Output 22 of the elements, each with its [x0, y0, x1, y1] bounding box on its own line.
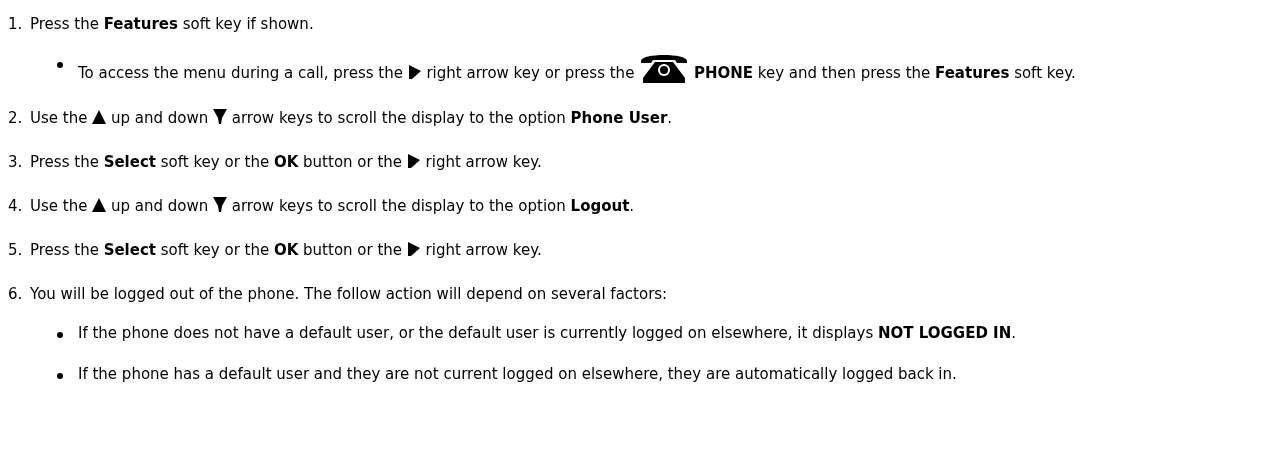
step-number: 4.	[8, 196, 24, 217]
right-arrow-icon	[407, 242, 420, 256]
step-number: 1.	[8, 14, 24, 35]
right-arrow-icon	[407, 154, 420, 168]
instruction-text: If the phone does not have a default user, or the default user is currently logged on elsewhere, it displays NOT LOGGED IN.	[78, 323, 1017, 344]
instruction-text: Press the Select soft key or the OK button or the right arrow key.	[30, 152, 543, 173]
down-arrow-icon	[213, 109, 227, 124]
up-arrow-icon	[92, 198, 107, 212]
instruction-text: Use the up and down arrow keys to scroll the display to the option Logout.	[30, 196, 636, 217]
instruction-text: You will be logged out of the phone. The follow action will depend on several factors:	[30, 284, 669, 305]
instruction-text: To access the menu during a call, press the right arrow key or press the PHONE key and then press the Features soft key.	[78, 51, 1247, 86]
down-arrow-icon	[213, 197, 227, 212]
instruction-text: Use the up and down arrow keys to scroll the display to the option Phone User.	[30, 108, 674, 129]
up-arrow-icon	[92, 110, 107, 124]
step-number: 6.	[8, 284, 24, 305]
instruction-text: If the phone has a default user and they are not current logged on elsewhere, they are automatically logged back in.	[78, 364, 958, 385]
step-number: 3.	[8, 152, 24, 173]
step-number: 2.	[8, 108, 24, 129]
step-number: 5.	[8, 240, 24, 261]
right-arrow-icon	[408, 65, 421, 79]
instruction-text: Press the Select soft key or the OK button or the right arrow key.	[30, 240, 543, 261]
instruction-text: Press the Features soft key if shown.	[30, 14, 315, 35]
